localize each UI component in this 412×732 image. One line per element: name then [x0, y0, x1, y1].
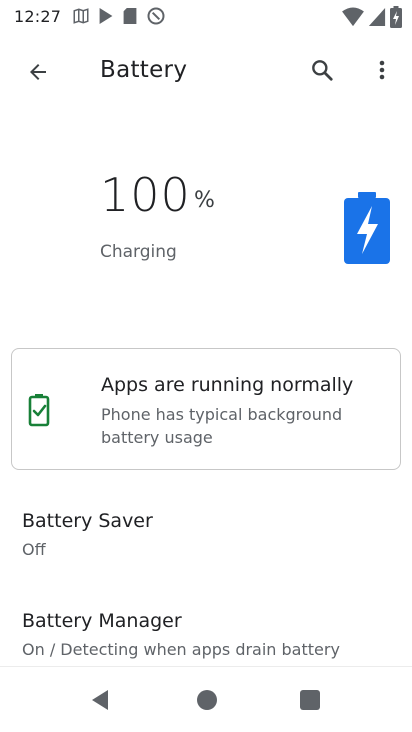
battery-saver-item[interactable]: Battery Saver Off: [0, 510, 412, 590]
status-time: 12:27: [14, 7, 62, 26]
data-saver-icon: [147, 7, 165, 25]
nav-recents-icon[interactable]: [298, 688, 322, 712]
battery-manager-title: Battery Manager: [22, 610, 182, 632]
more-vert-icon: [379, 60, 385, 80]
sd-card-icon: [123, 8, 137, 24]
arrow-back-icon: [30, 64, 46, 80]
more-options-button[interactable]: [362, 50, 402, 90]
status-notification-icons: [72, 6, 166, 26]
battery-charging-graphic-icon: [344, 192, 390, 264]
page-title: Battery: [100, 57, 188, 83]
tip-summary: Phone has typical background battery usa…: [101, 405, 343, 447]
wifi-icon: [342, 7, 364, 27]
battery-header: 100 % Charging: [0, 150, 412, 320]
battery-check-icon: [28, 394, 50, 427]
maps-icon: [73, 8, 89, 24]
tip-title: Apps are running normally: [101, 374, 354, 396]
app-bar: Battery: [0, 40, 412, 104]
back-button[interactable]: [18, 52, 58, 92]
play-store-icon: [99, 8, 113, 24]
battery-status: Charging: [100, 242, 177, 262]
search-icon: [312, 60, 333, 81]
search-button[interactable]: [302, 50, 342, 90]
battery-manager-summary: On / Detecting when apps drain battery: [22, 640, 340, 659]
battery-unit: %: [194, 188, 215, 213]
nav-back-icon[interactable]: [88, 687, 114, 713]
status-bar: 12:27: [0, 0, 412, 32]
status-system-icons: [342, 6, 402, 28]
battery-saver-summary: Off: [22, 540, 46, 559]
nav-home-icon[interactable]: [194, 687, 220, 713]
battery-saver-title: Battery Saver: [22, 510, 153, 532]
cell-signal-icon: [368, 8, 386, 26]
system-nav-bar: [0, 666, 412, 732]
battery-level: 100: [100, 168, 191, 222]
battery-tip-card[interactable]: Apps are running normally Phone has typi…: [11, 348, 401, 470]
battery-charging-icon: [390, 6, 402, 28]
